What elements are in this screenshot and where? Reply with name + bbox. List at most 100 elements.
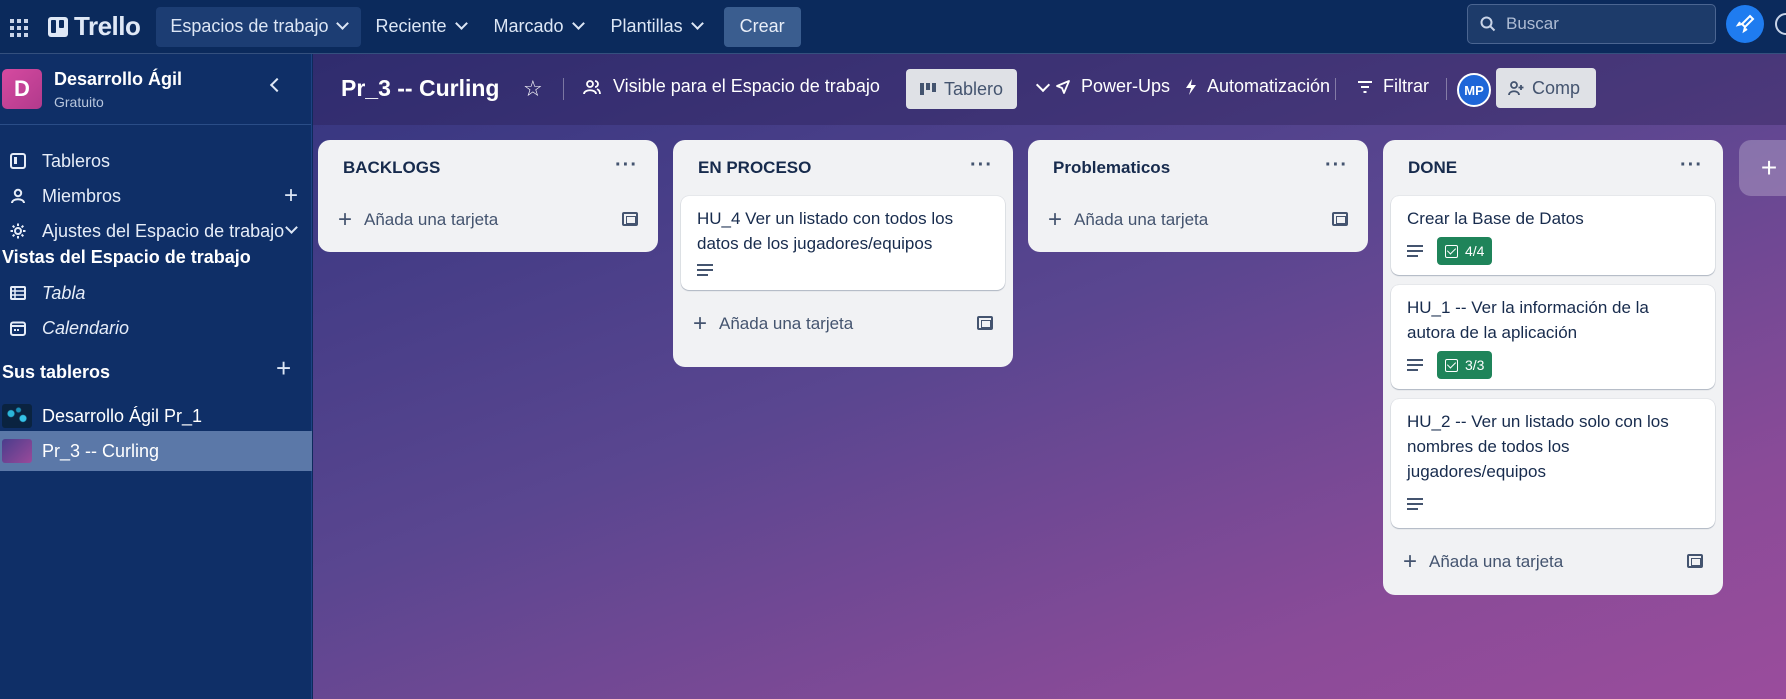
automation-label: Automatización <box>1207 76 1331 96</box>
rocket-icon <box>1056 79 1070 94</box>
nav-workspaces[interactable]: Espacios de trabajo <box>156 6 362 47</box>
automation-button[interactable]: Automatización <box>1185 76 1330 97</box>
sidebar-item-label: Tabla <box>42 282 86 303</box>
sidebar-board-label: Pr_3 -- Curling <box>42 440 160 461</box>
rocket-icon <box>1735 14 1755 34</box>
add-card-button[interactable]: + Añada una tarjeta <box>1383 538 1723 586</box>
notifications-rocket-button[interactable] <box>1726 5 1764 43</box>
add-card-button[interactable]: + Añada una tarjeta <box>318 196 658 244</box>
nav-recent[interactable]: Reciente <box>361 7 479 47</box>
checklist-badge: 4/4 <box>1437 237 1493 265</box>
nav-starred[interactable]: Marcado <box>480 7 597 47</box>
nav-templates-label: Plantillas <box>610 16 683 36</box>
board-header: Pr_3 -- Curling ☆ Visible para el Espaci… <box>313 54 1786 125</box>
list-title[interactable]: Problematicos <box>1053 158 1170 178</box>
description-icon <box>1407 245 1423 257</box>
card[interactable]: HU_4 Ver un listado con todos los datos … <box>681 196 1005 290</box>
chevron-down-icon <box>336 17 350 30</box>
sidebar-item-table-view[interactable]: Tabla <box>0 273 312 313</box>
list-header[interactable]: DONE ··· <box>1383 140 1723 196</box>
member-avatar[interactable]: MP <box>1457 73 1491 107</box>
board-canvas: Pr_3 -- Curling ☆ Visible para el Espaci… <box>313 54 1786 699</box>
chevron-down-icon[interactable] <box>285 221 298 234</box>
list-problematicos: Problematicos ··· + Añada una tarjeta <box>1028 140 1368 252</box>
visibility-people-icon <box>583 79 601 94</box>
workspace-views-title: Vistas del Espacio de trabajo <box>2 247 251 267</box>
list-header[interactable]: Problematicos ··· <box>1028 140 1368 196</box>
list-actions-icon[interactable]: ··· <box>1325 154 1348 177</box>
view-board-button[interactable]: Tablero <box>906 69 1018 109</box>
list-en-proceso: EN PROCESO ··· HU_4 Ver un listado con t… <box>673 140 1013 367</box>
powerups-label: Power-Ups <box>1081 76 1171 96</box>
add-card-label: Añada una tarjeta <box>719 314 854 333</box>
sidebar-item-members[interactable]: Miembros + <box>0 176 312 216</box>
visibility-label: Visible para el Espacio de trabajo <box>613 76 880 96</box>
filter-button[interactable]: Filtrar <box>1357 76 1429 97</box>
card-badges <box>1407 490 1699 518</box>
list-actions-icon[interactable]: ··· <box>970 154 993 177</box>
powerups-button[interactable]: Power-Ups <box>1055 76 1170 97</box>
description-icon <box>697 264 713 276</box>
add-card-label: Añada una tarjeta <box>364 210 499 229</box>
collapse-sidebar-icon[interactable] <box>269 77 285 93</box>
board-icon <box>9 152 27 170</box>
workspace-avatar[interactable]: D <box>2 69 42 109</box>
add-list-button[interactable]: + <box>1739 140 1786 196</box>
calendar-icon <box>9 319 27 337</box>
create-button[interactable]: Crear <box>723 6 801 47</box>
card-title: HU_4 Ver un listado con todos los datos … <box>697 209 954 253</box>
nav-recent-label: Reciente <box>375 16 447 36</box>
help-icon[interactable] <box>1775 13 1786 35</box>
share-button[interactable]: Comp <box>1496 68 1596 108</box>
add-board-plus-icon[interactable]: + <box>276 353 291 384</box>
sidebar-item-workspace-settings[interactable]: Ajustes del Espacio de trabajo <box>0 211 312 251</box>
description-icon <box>1407 498 1423 510</box>
add-card-button[interactable]: + Añada una tarjeta <box>673 300 1013 348</box>
search-placeholder: Buscar <box>1506 14 1559 33</box>
sidebar-item-calendar-view[interactable]: Calendario <box>0 308 312 348</box>
list-actions-icon[interactable]: ··· <box>615 154 638 177</box>
card[interactable]: HU_2 -- Ver un listado solo con los nomb… <box>1391 399 1715 528</box>
description-icon <box>1407 359 1423 371</box>
card-template-icon[interactable] <box>1687 554 1703 568</box>
search-input[interactable]: Buscar <box>1467 4 1716 44</box>
plus-icon: + <box>693 310 708 337</box>
add-member-plus-icon[interactable]: + <box>284 182 298 210</box>
list-title[interactable]: DONE <box>1408 158 1457 178</box>
nav-templates[interactable]: Plantillas <box>597 7 716 47</box>
divider <box>563 78 564 100</box>
card[interactable]: Crear la Base de Datos 4/4 <box>1391 196 1715 275</box>
visibility-button[interactable]: Visible para el Espacio de trabajo <box>583 76 880 97</box>
chevron-down-icon[interactable] <box>1035 77 1051 93</box>
nav-workspaces-label: Espacios de trabajo <box>170 16 329 36</box>
list-actions-icon[interactable]: ··· <box>1680 154 1703 177</box>
sidebar-board-desarrollo-agil-pr1[interactable]: Desarrollo Ágil Pr_1 <box>0 396 312 436</box>
app-switcher-icon[interactable] <box>8 17 28 37</box>
chevron-down-icon <box>454 17 468 30</box>
sidebar-item-label: Calendario <box>42 317 130 338</box>
list-title[interactable]: BACKLOGS <box>343 158 440 178</box>
checkbox-icon <box>1445 244 1458 258</box>
sidebar-item-label: Tableros <box>42 150 111 171</box>
list-header[interactable]: EN PROCESO ··· <box>673 140 1013 196</box>
card-template-icon[interactable] <box>622 212 638 226</box>
card-template-icon[interactable] <box>977 316 993 330</box>
trello-logo[interactable]: Trello <box>48 11 141 42</box>
board-title[interactable]: Pr_3 -- Curling <box>341 75 499 102</box>
list-done: DONE ··· Crear la Base de Datos 4/4 HU_1… <box>1383 140 1723 595</box>
board-thumbnail <box>2 404 32 428</box>
workspace-name[interactable]: Desarrollo Ágil <box>54 69 182 90</box>
star-icon[interactable]: ☆ <box>523 76 543 102</box>
add-card-button[interactable]: + Añada una tarjeta <box>1028 196 1368 244</box>
sidebar-item-boards[interactable]: Tableros <box>0 141 312 181</box>
card[interactable]: HU_1 -- Ver la información de la autora … <box>1391 285 1715 389</box>
list-title[interactable]: EN PROCESO <box>698 158 811 178</box>
workspace-plan: Gratuito <box>54 93 104 110</box>
lightning-icon <box>1186 78 1196 95</box>
add-person-icon <box>1508 81 1524 96</box>
sidebar-board-pr3-curling[interactable]: Pr_3 -- Curling <box>0 431 312 471</box>
plus-icon: + <box>1403 548 1418 575</box>
card-template-icon[interactable] <box>1332 212 1348 226</box>
divider <box>1335 78 1336 100</box>
list-header[interactable]: BACKLOGS ··· <box>318 140 658 196</box>
